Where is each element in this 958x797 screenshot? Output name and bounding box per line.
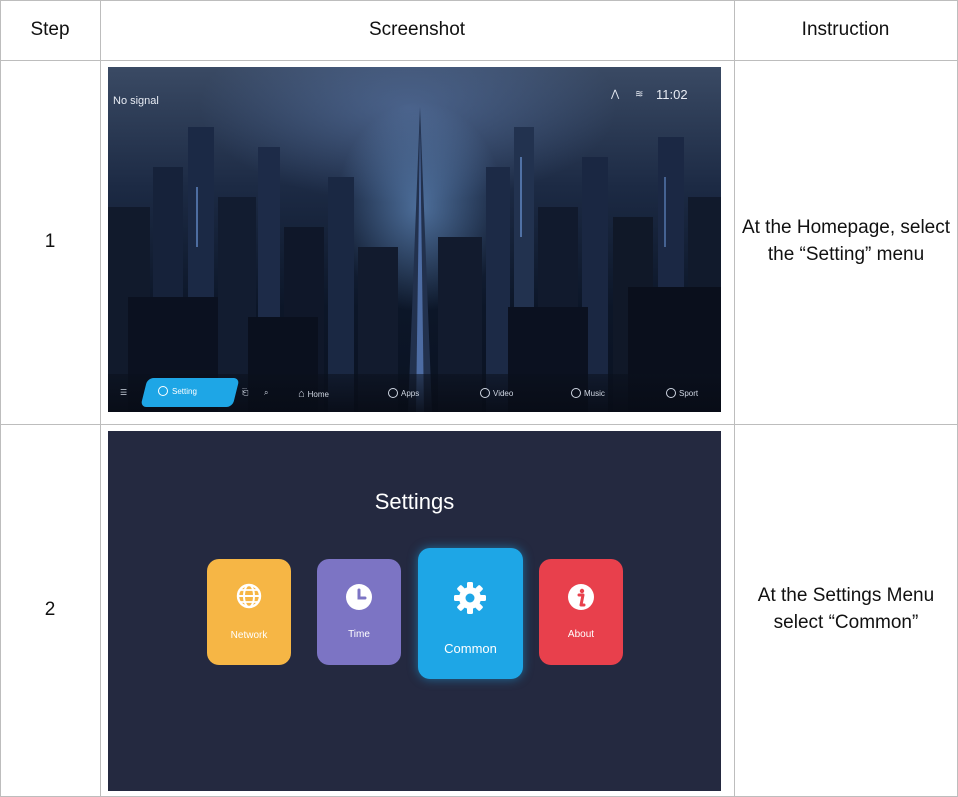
input-source-icon[interactable]: ⎗ — [242, 388, 248, 398]
table-border — [734, 0, 735, 797]
settings-title: Settings — [374, 489, 455, 514]
common-tile[interactable]: Common — [418, 548, 523, 679]
nav-home-label: Home — [307, 389, 329, 399]
menu-icon[interactable]: ☰ — [120, 388, 127, 397]
instruction-text: At the Homepage, select the “Setting” me… — [741, 217, 951, 265]
nav-sport-label: Sport — [679, 388, 699, 398]
wifi-icon: ≋ — [635, 89, 644, 100]
nav-apps[interactable]: Apps — [388, 388, 419, 398]
nav-home[interactable]: ⌂ Home — [298, 388, 329, 400]
step-number: 2 — [44, 598, 56, 620]
time-tile[interactable]: Time — [317, 559, 401, 665]
homepage-screenshot: No signal ⋀ ≋ 11:02 ☰ Setting ⎗ ⌕ ⌂ Home… — [108, 67, 721, 412]
signal-status: No signal — [113, 95, 159, 107]
nav-setting[interactable]: Setting — [158, 386, 197, 396]
network-label: Network — [230, 630, 268, 641]
time-label: Time — [348, 629, 370, 640]
antenna-icon: ⋀ — [611, 89, 620, 100]
video-icon — [480, 388, 490, 398]
clock: 11:02 — [656, 87, 688, 102]
home-icon: ⌂ — [298, 388, 305, 400]
nav-music-label: Music — [584, 388, 605, 398]
network-tile[interactable]: Network — [207, 559, 291, 665]
info-icon — [568, 584, 594, 610]
header-instruction: Instruction — [801, 18, 890, 40]
apps-icon — [388, 388, 398, 398]
nav-video-label: Video — [493, 388, 514, 398]
header-screenshot: Screenshot — [368, 18, 466, 40]
nav-music[interactable]: Music — [571, 388, 605, 398]
header-step: Step — [30, 18, 70, 40]
nav-apps-label: Apps — [401, 388, 420, 398]
nav-video[interactable]: Video — [480, 388, 513, 398]
about-tile[interactable]: About — [539, 559, 623, 665]
sport-icon — [666, 388, 676, 398]
clock-icon — [346, 584, 372, 610]
common-label: Common — [444, 641, 497, 656]
gear-icon — [454, 582, 486, 614]
instruction-text: At the Settings Menu select “Common” — [757, 585, 935, 633]
city-skyline — [108, 107, 721, 412]
settings-screenshot: Settings Network Time Common About — [108, 431, 721, 791]
nav-sport[interactable]: Sport — [666, 388, 698, 398]
home-nav-bar: ☰ Setting ⎗ ⌕ ⌂ Home Apps Video Music Sp… — [108, 374, 721, 412]
about-label: About — [567, 629, 595, 640]
gear-icon — [158, 386, 168, 396]
step-number: 1 — [44, 230, 56, 252]
globe-icon — [236, 583, 262, 609]
table-border — [100, 0, 101, 797]
nav-setting-label: Setting — [172, 386, 197, 396]
search-icon[interactable]: ⌕ — [264, 388, 268, 398]
music-icon — [571, 388, 581, 398]
